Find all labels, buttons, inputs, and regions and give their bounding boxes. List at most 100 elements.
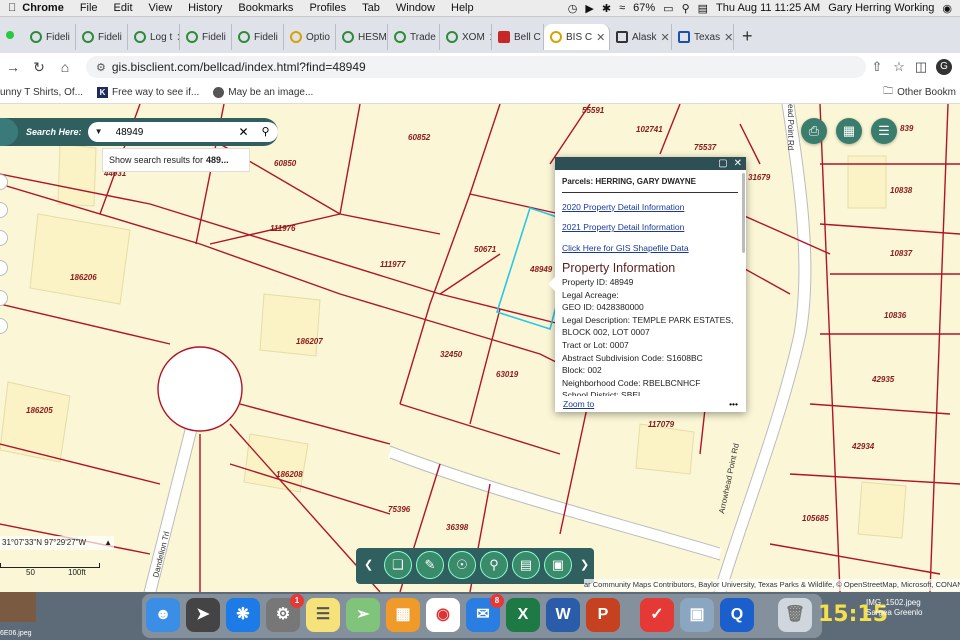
profile-avatar[interactable]: G <box>936 59 952 75</box>
bookmark-item[interactable]: K Free way to see if... <box>97 86 199 98</box>
close-icon[interactable]: ✕ <box>734 158 742 169</box>
battery-percent[interactable]: 67% <box>633 2 655 14</box>
desktop-thumbnail[interactable] <box>0 592 36 622</box>
bookmark-star-icon[interactable]: ☆ <box>888 59 910 75</box>
draw-tool-icon[interactable]: ✎ <box>416 551 444 579</box>
forward-arrow-icon[interactable]: → <box>0 59 26 75</box>
measure-tool-icon[interactable]: ☉ <box>448 551 476 579</box>
tab-10[interactable]: BIS C ✕ <box>544 24 610 50</box>
sidepanel-icon[interactable]: ◫ <box>910 59 932 75</box>
clock-text[interactable]: Thu Aug 11 11:25 AM <box>716 2 820 14</box>
excel-icon[interactable]: X <box>506 598 540 632</box>
calculator-icon[interactable]: ▦ <box>386 598 420 632</box>
bluetooth-icon[interactable]: ✱ <box>602 2 611 15</box>
identify-tool-icon[interactable]: ⚲ <box>480 551 508 579</box>
menu-help[interactable]: Help <box>443 2 482 14</box>
tab-12[interactable]: Texas ✕ <box>672 24 734 50</box>
chevron-left-icon[interactable]: ❮ <box>364 558 373 571</box>
new-tab-button[interactable]: + <box>734 26 761 47</box>
tab-5[interactable]: Optio✕ <box>284 24 336 50</box>
menu-window[interactable]: Window <box>388 2 443 14</box>
link-shapefile[interactable]: Click Here for GIS Shapefile Data <box>562 242 738 255</box>
reload-icon[interactable]: ↻ <box>26 59 52 76</box>
quicktime-icon[interactable]: Q <box>720 598 754 632</box>
url-text[interactable]: gis.bisclient.com/bellcad/index.html?fin… <box>112 60 366 74</box>
close-icon[interactable]: ✕ <box>485 31 491 44</box>
close-icon[interactable]: ✕ <box>172 31 179 44</box>
desktop-file-labels[interactable]: IMG_1502.jpeg Sargea Greenlo <box>866 598 922 618</box>
popup-scrollbar[interactable] <box>742 173 745 253</box>
chevron-down-icon[interactable]: ▼ <box>87 122 110 142</box>
search-icon[interactable]: ⚲ <box>253 122 278 142</box>
tab-6[interactable]: HESM✕ <box>336 24 388 50</box>
launchpad-icon[interactable]: ➤ <box>186 598 220 632</box>
site-info-icon[interactable]: ⚙ <box>96 61 106 74</box>
menu-tab[interactable]: Tab <box>354 2 388 14</box>
app-menu[interactable]: Chrome <box>22 2 72 14</box>
print-icon[interactable]: ⎙ <box>801 118 827 144</box>
tab-7[interactable]: Trade✕ <box>388 24 440 50</box>
menu-edit[interactable]: Edit <box>106 2 141 14</box>
tab-9[interactable]: Bell C✕ <box>492 24 544 50</box>
bookmark-item[interactable]: May be an image... <box>213 86 313 98</box>
trash-icon[interactable]: 🗑 <box>778 598 812 632</box>
close-icon[interactable]: ✕ <box>656 31 669 44</box>
time-machine-icon[interactable]: ◷ <box>568 2 578 15</box>
chrome-icon[interactable]: ◉ <box>426 598 460 632</box>
menu-history[interactable]: History <box>180 2 230 14</box>
todo-check-icon[interactable]: ✓ <box>640 598 674 632</box>
close-icon[interactable]: ✕ <box>720 31 733 44</box>
clear-icon[interactable]: ✕ <box>233 122 254 142</box>
tab-0[interactable]: Fideli✕ <box>24 24 76 50</box>
layers-icon[interactable]: ☰ <box>871 118 897 144</box>
wifi-icon[interactable]: ≈ <box>619 2 625 14</box>
preview-icon[interactable]: ▣ <box>680 598 714 632</box>
home-icon[interactable]: ⌂ <box>52 59 78 75</box>
play-icon[interactable]: ▶ <box>585 2 593 15</box>
table-tool-icon[interactable]: ▤ <box>512 551 540 579</box>
other-bookmarks[interactable]: 🗀 Other Bookm <box>883 84 960 101</box>
gis-map[interactable]: 55591 102741 75537 60852 60850 44031 111… <box>0 104 960 592</box>
parcel-map-svg[interactable]: 55591 102741 75537 60852 60850 44031 111… <box>0 104 960 592</box>
chevron-right-icon[interactable]: ❯ <box>580 558 589 571</box>
tab-3[interactable]: Fideli✕ <box>180 24 232 50</box>
zoom-to-link[interactable]: Zoom to <box>563 399 594 409</box>
battery-icon[interactable]: ▭ <box>663 2 673 15</box>
maximize-icon[interactable]: ▢ <box>718 158 727 169</box>
link-2021-detail[interactable]: 2021 Property Detail Information <box>562 221 738 234</box>
maps-icon[interactable]: ➢ <box>346 598 380 632</box>
bookmark-item[interactable]: unny T Shirts, Of... <box>0 87 83 98</box>
tab-4[interactable]: Fideli✕ <box>232 24 284 50</box>
tab-8[interactable]: XOM✕ <box>440 24 492 50</box>
menu-bookmarks[interactable]: Bookmarks <box>230 2 301 14</box>
address-bar[interactable]: ⚙ gis.bisclient.com/bellcad/index.html?f… <box>86 56 866 78</box>
finder-icon[interactable]: ☻ <box>146 598 180 632</box>
system-preferences-icon[interactable]: ⚙ 1 <box>266 594 304 632</box>
menu-profiles[interactable]: Profiles <box>301 2 354 14</box>
siri-icon[interactable]: ◉ <box>942 2 952 15</box>
close-icon[interactable]: ✕ <box>592 31 605 44</box>
share-icon[interactable]: ⇧ <box>866 59 888 75</box>
notes-icon[interactable]: ☰ <box>306 598 340 632</box>
menu-view[interactable]: View <box>141 2 181 14</box>
search-icon[interactable]: ⚲ <box>682 2 690 15</box>
search-input[interactable] <box>109 122 234 142</box>
tab-1[interactable]: Fideli✕ <box>76 24 128 50</box>
apple-menu-icon[interactable]:  <box>0 2 22 14</box>
link-2020-detail[interactable]: 2020 Property Detail Information <box>562 201 738 214</box>
select-tool-icon[interactable]: ▣ <box>544 551 572 579</box>
user-name[interactable]: Gary Herring Working <box>828 2 934 14</box>
bookmark-tool-icon[interactable]: ❑ <box>384 551 412 579</box>
collapse-icon[interactable]: ▲ <box>104 536 112 550</box>
safari-icon[interactable]: ❋ <box>226 598 260 632</box>
menu-file[interactable]: File <box>72 2 106 14</box>
control-center-icon[interactable]: ▤ <box>698 2 708 15</box>
powerpoint-icon[interactable]: P <box>586 598 620 632</box>
window-control-dot[interactable] <box>6 31 14 39</box>
more-options-icon[interactable]: ••• <box>729 399 738 409</box>
tab-2[interactable]: Log t✕ <box>128 24 180 50</box>
search-suggestion[interactable]: Show search results for 489... <box>102 148 250 172</box>
tab-11[interactable]: Alask ✕ <box>610 24 672 50</box>
word-icon[interactable]: W <box>546 598 580 632</box>
grid-icon[interactable]: ▦ <box>836 118 862 144</box>
